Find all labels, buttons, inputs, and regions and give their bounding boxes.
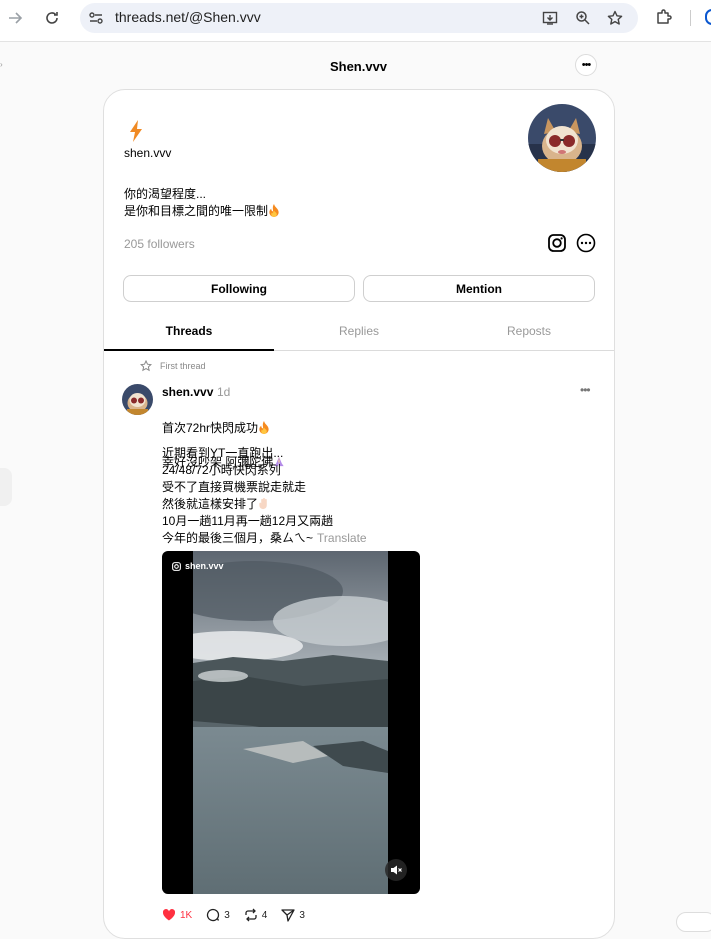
following-button[interactable]: Following [123, 275, 355, 302]
post-line: 近期看到YT一直跑出... [162, 446, 284, 460]
avatar[interactable] [122, 384, 153, 415]
zoom-icon[interactable] [574, 9, 592, 27]
tab-threads[interactable]: Threads [104, 324, 274, 338]
heart-icon [162, 909, 176, 921]
profile-avatar-edge[interactable] [705, 9, 711, 25]
pinned-label: First thread [140, 360, 206, 372]
video-frame [193, 551, 388, 894]
reply-count: 3 [224, 909, 230, 921]
bio-line-wrap: 是你和目標之間的唯一限制 [124, 203, 280, 220]
pin-star-icon [140, 360, 152, 372]
bio-line: 是你和目標之間的唯一限制 [124, 204, 269, 218]
instagram-icon [172, 561, 181, 571]
post-line: 今年的最後三個月，桑ㄙㄟ~ [162, 531, 314, 545]
like-button[interactable]: 1K [162, 908, 192, 922]
mute-icon[interactable] [385, 859, 407, 881]
repost-count: 4 [261, 909, 268, 921]
active-tab-indicator [104, 349, 274, 351]
bookmark-star-icon[interactable] [606, 9, 624, 27]
post-video[interactable]: shen.vvv [162, 551, 420, 894]
avatar[interactable] [528, 104, 596, 172]
watermark-text: shen.vvv [185, 561, 224, 571]
more-icon[interactable] [576, 233, 596, 253]
bio-line: 你的渴望程度... [124, 187, 207, 201]
repost-button[interactable]: 4 [244, 908, 268, 922]
post-timestamp: 1d [217, 385, 231, 399]
post-line: 受不了直接買機票說走就走 [162, 480, 307, 494]
site-info-icon[interactable] [88, 10, 104, 26]
video-watermark: shen.vvv [172, 561, 224, 571]
post-line-wrap: 今年的最後三個月，桑ㄙㄟ~ Translate [162, 530, 367, 547]
bolt-icon [130, 120, 142, 142]
fire-emoji-icon [269, 204, 279, 217]
share-count: 3 [299, 909, 305, 921]
tab-reposts[interactable]: Reposts [444, 324, 614, 338]
mention-button[interactable]: Mention [363, 275, 595, 302]
post-more-icon[interactable]: ••• [580, 383, 591, 397]
instagram-icon[interactable] [547, 233, 567, 253]
profile-card: shen.vvv 你的渴望程度... 是你和目標之間的唯一限制 205 foll… [103, 89, 615, 939]
install-icon[interactable] [541, 9, 559, 27]
share-icon [281, 909, 296, 922]
profile-tabs: Threads Replies Reposts [104, 318, 614, 351]
translate-link[interactable]: Translate [317, 531, 367, 545]
page-title: Shen.vvv [329, 59, 388, 74]
post-body-paragraph: 近期看到YT一直跑出... 24/48/72小時快閃系列 受不了直接買機票說走就… [162, 445, 367, 547]
post-line: 然後就這樣安排了 [162, 497, 259, 511]
side-tab-right[interactable] [676, 912, 711, 932]
profile-bio: 你的渴望程度... 是你和目標之間的唯一限制 [124, 186, 280, 220]
post-line: 10月一趟11月再一趟12月又兩趟 [162, 514, 334, 528]
post-line: 24/48/72小時快閃系列 [162, 463, 281, 477]
fire-emoji-icon [259, 421, 269, 434]
repost-icon [245, 908, 257, 922]
post-line: 首次72hr快閃成功 [162, 421, 259, 435]
followers-count[interactable]: 205 followers [124, 237, 195, 251]
pinned-text: First thread [160, 361, 206, 371]
url-text: threads.net/@Shen.vvv [115, 9, 261, 25]
post-line-wrap: 然後就這樣安排了 [162, 496, 367, 513]
share-button[interactable]: 3 [281, 908, 305, 922]
more-icon[interactable]: ••• [575, 54, 597, 76]
profile-handle: shen.vvv [124, 146, 172, 160]
like-count: 1K [180, 909, 193, 921]
back-arrow-icon[interactable] [4, 7, 26, 29]
toolbar-divider [690, 10, 691, 26]
side-tab[interactable] [0, 468, 12, 506]
reload-icon[interactable] [41, 7, 63, 29]
address-bar[interactable]: threads.net/@Shen.vvv [80, 3, 638, 33]
tab-replies[interactable]: Replies [274, 324, 444, 338]
hand-emoji-icon [259, 497, 267, 510]
extensions-icon[interactable] [655, 8, 673, 26]
browser-toolbar: threads.net/@Shen.vvv [0, 0, 711, 42]
comment-icon [207, 908, 220, 922]
post-username[interactable]: shen.vvv [162, 385, 213, 399]
reply-button[interactable]: 3 [206, 908, 230, 922]
post-line-wrap: 首次72hr快閃成功 [162, 420, 285, 437]
